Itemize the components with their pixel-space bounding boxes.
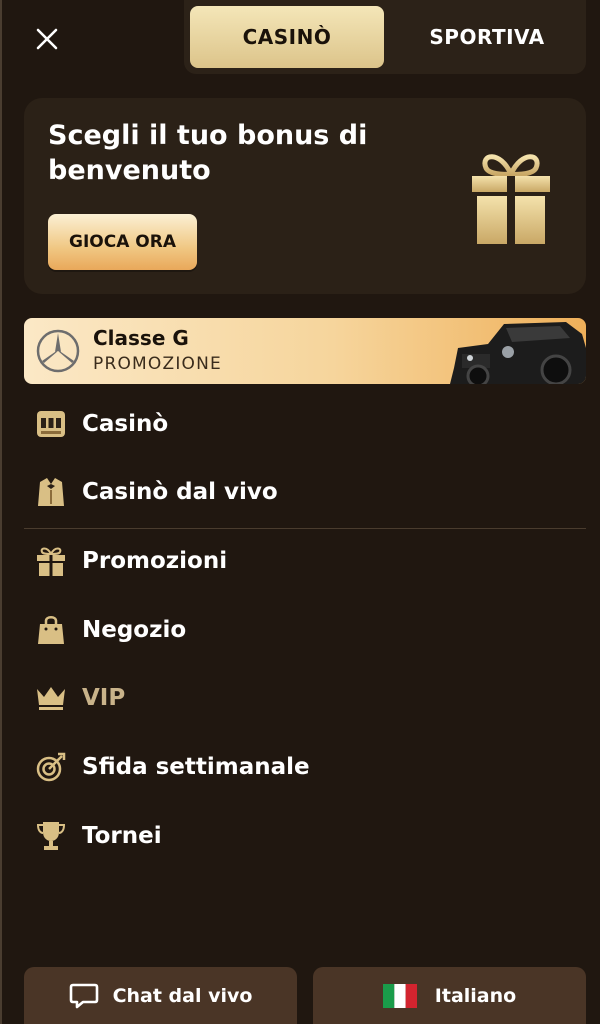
menu-label-live-casino: Casinò dal vivo (82, 479, 278, 505)
promo-title: Classe G (93, 326, 189, 350)
menu-label-tournaments: Tornei (82, 823, 162, 849)
language-label: Italiano (434, 984, 517, 1007)
tab-bar: CASINÒ SPORTIVA (184, 0, 586, 74)
italy-flag-icon (382, 983, 417, 1008)
tab-casino[interactable]: CASINÒ (190, 6, 384, 68)
target-icon (34, 750, 68, 784)
close-icon (36, 28, 58, 50)
left-edge-rule (0, 0, 2, 1024)
menu-item-tournaments[interactable]: Tornei (24, 806, 586, 866)
slot-machine-icon (34, 407, 68, 441)
play-now-button[interactable]: GIOCA ORA (48, 214, 197, 270)
gift-icon (472, 154, 550, 244)
live-chat-label: Chat dal vivo (112, 984, 253, 1007)
menu-item-shop[interactable]: Negozio (24, 600, 586, 660)
gift-icon (34, 544, 68, 578)
car-image (450, 322, 586, 384)
promo-subtitle: PROMOZIONE (93, 354, 222, 374)
tab-sportiva[interactable]: SPORTIVA (394, 6, 580, 68)
bonus-title: Scegli il tuo bonus di benvenuto (48, 120, 368, 186)
promo-banner-classe-g[interactable]: Classe G PROMOZIONE (24, 318, 586, 384)
menu-label-vip: VIP (82, 685, 126, 711)
menu-item-promotions[interactable]: Promozioni (24, 531, 586, 591)
crown-icon (34, 681, 68, 715)
menu-item-vip[interactable]: VIP (24, 668, 586, 728)
menu-item-live-casino[interactable]: Casinò dal vivo (24, 462, 586, 522)
trophy-icon (34, 819, 68, 853)
chat-bubble-icon (69, 983, 98, 1008)
menu-item-weekly-challenge[interactable]: Sfida settimanale (24, 737, 586, 797)
menu-divider (24, 528, 586, 529)
menu-label-promotions: Promozioni (82, 548, 228, 574)
mercedes-logo-icon (36, 329, 80, 373)
live-chat-button[interactable]: Chat dal vivo (24, 967, 297, 1024)
welcome-bonus-card: Scegli il tuo bonus di benvenuto GIOCA O… (24, 98, 586, 294)
menu-label-shop: Negozio (82, 617, 187, 643)
dealer-icon (34, 475, 68, 509)
language-button[interactable]: Italiano (313, 967, 586, 1024)
menu-label-weekly-challenge: Sfida settimanale (82, 754, 310, 780)
shopping-bag-icon (34, 613, 68, 647)
menu-label-casino: Casinò (82, 411, 169, 437)
close-button[interactable] (30, 22, 64, 56)
menu-item-casino[interactable]: Casinò (24, 394, 586, 454)
